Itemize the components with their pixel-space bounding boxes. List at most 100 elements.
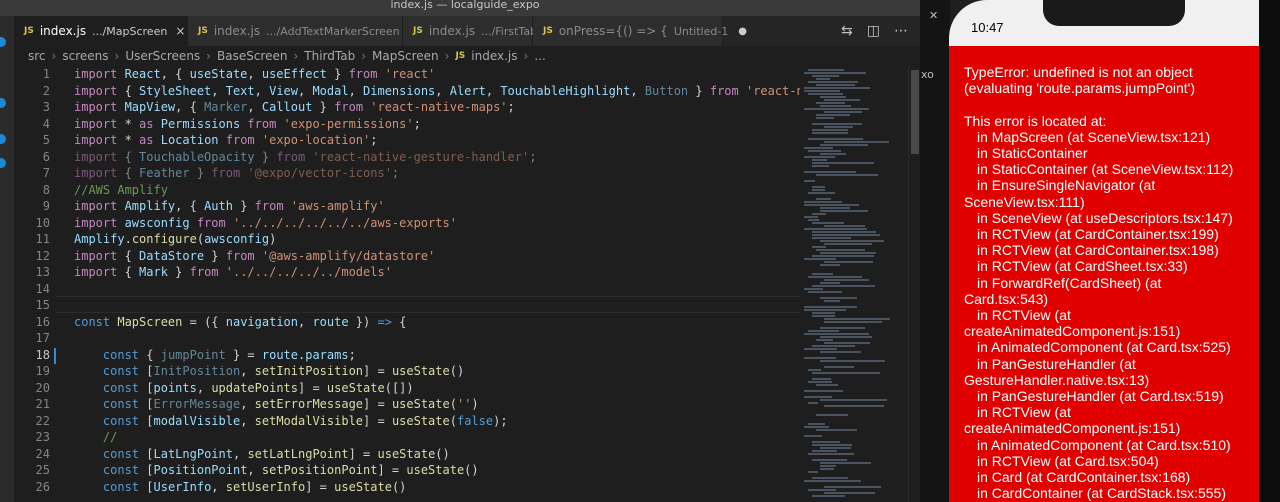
code-line[interactable]: 22 const [modalVisible, setModalVisible]… [14,413,800,430]
code-token: , [240,364,255,378]
editor-actions: ⇆ ◫ ⋯ [829,16,920,46]
tab-2[interactable]: JS index.js .../AddTextMarkerScreen [188,16,403,46]
modified-dot-icon[interactable]: ● [738,26,747,37]
explorer-icon[interactable] [0,37,6,47]
code-line[interactable]: 19 const [InitPosition, setInitPosition]… [14,363,800,380]
error-line: in RCTView (at [977,307,1071,324]
code-line[interactable]: 18 const { jumpPoint } = route.params; [14,347,800,364]
code-line[interactable]: 8 //AWS Amplify [14,182,800,199]
minimap-line [824,342,870,344]
code-token: [ [146,463,154,477]
search-icon[interactable] [0,98,6,108]
code-line[interactable]: 12 import { DataStore } from '@aws-amplif… [14,248,800,265]
code-line[interactable]: 5 import * as Location from 'expo-locatio… [14,132,800,149]
breadcrumb-item[interactable]: ... [534,49,545,63]
code-line[interactable]: 25 const [PositionPoint, setPositionPoin… [14,462,800,479]
compare-icon[interactable]: ⇆ [841,23,853,39]
code-line[interactable]: 11 Amplify.configure(awsconfig) [14,231,800,248]
code-line[interactable]: 2 import { StyleSheet, Text, View, Modal,… [14,83,800,100]
code-token: , [348,83,364,98]
breadcrumb-item[interactable]: index.js [471,49,517,63]
close-icon[interactable]: ✕ [929,9,941,22]
code-line[interactable]: 20 const [points, updatePoints] = useSta… [14,380,800,397]
code-token: Location [160,133,226,147]
code-token: ; [391,166,400,180]
minimap[interactable] [800,66,908,502]
code-line[interactable]: 26 const [UserInfo, setUserInfo] = useSt… [14,479,800,496]
code-text: import { Feather } from '@expo/vector-ic… [74,165,399,182]
scrollbar-thumb[interactable] [911,70,919,154]
minimap-line [824,225,865,227]
error-line: createAnimatedComponent.js:151) [964,420,1181,437]
code-token: , { [175,100,205,114]
minimap-line [812,159,827,161]
minimap-line [804,147,833,149]
code-token: from [709,83,746,98]
debug-icon[interactable] [0,158,6,168]
code-editor[interactable]: 1 import React, { useState, useEffect } f… [14,66,800,502]
minimap-line [804,72,866,74]
code-text: const [InitPosition, setInitPosition] = … [74,363,464,380]
tab-path: .../FirstTab [481,24,538,38]
breadcrumb-item[interactable]: src [28,49,46,63]
line-number: 4 [42,116,50,131]
tab-4[interactable]: JS onPress={() => {Untitled-1 ● [533,16,747,46]
source-control-icon[interactable] [0,134,6,144]
code-token: ] = [363,397,392,411]
code-text: import { DataStore } from '@aws-amplify/… [74,248,435,265]
code-token: useState [391,413,450,428]
code-token: // [102,430,118,444]
code-line[interactable]: 1 import React, { useState, useEffect } f… [14,66,800,83]
editor-scrollbar[interactable] [908,66,920,502]
code-line[interactable]: 3 import MapView, { Marker, Callout } fro… [14,99,800,116]
code-line[interactable]: 17 [14,330,800,347]
error-redbox[interactable]: TypeError: undefined is not an object (ev… [949,46,1259,502]
breadcrumb-separator-icon: › [293,49,299,63]
code-token: useState [326,380,385,395]
error-line: in SceneView (at useDescriptors.tsx:147) [977,209,1233,226]
code-line[interactable]: 23 // [14,429,800,446]
breadcrumb-item[interactable]: MapScreen [372,49,439,63]
code-token: import [74,149,125,164]
code-token: { [391,314,407,329]
line-number: 5 [42,133,50,147]
tab-1[interactable]: JS index.js .../MapScreen × [14,16,188,46]
code-token: from [225,133,262,147]
split-editor-icon[interactable]: ◫ [867,23,880,39]
code-line[interactable]: 15 [14,297,800,314]
code-line[interactable]: 16 const MapScreen = ({ navigation, route… [14,314,800,331]
breadcrumb-separator-icon: › [51,49,57,63]
minimap-line [824,261,873,263]
line-number: 11 [35,232,50,246]
code-line[interactable]: 7 import { Feather } from '@expo/vector-i… [14,165,800,182]
close-tab-icon[interactable]: × [175,24,185,38]
code-token: import [74,248,125,263]
minimap-line [812,378,831,380]
breadcrumb-item[interactable]: screens [62,49,108,63]
minimap-line [812,213,826,215]
code-token: , [211,479,226,494]
minimap-line [804,87,870,89]
code-text: import React, { useState, useEffect } fr… [74,66,435,83]
code-token: from [254,199,291,213]
code-line[interactable]: 14 [14,281,800,298]
code-line[interactable]: 13 import { Mark } from '../../../../../m… [14,264,800,281]
code-token: 'react-native' [745,83,800,98]
code-line[interactable]: 4 import * as Permissions from 'expo-perm… [14,116,800,133]
breadcrumb-item[interactable]: ThirdTab [304,49,355,63]
tab-3[interactable]: JS index.js .../FirstTab [403,16,537,46]
code-token: useState [189,67,248,81]
code-line[interactable]: 10 import awsconfig from '../../../../../… [14,215,800,232]
minimap-line [812,129,848,131]
breadcrumb-item[interactable]: UserScreens [125,49,200,63]
code-token: , [247,67,262,81]
code-line[interactable]: 9 import Amplify, { Auth } from 'aws-ampl… [14,198,800,215]
code-token: Modal [312,83,349,98]
code-line[interactable]: 24 const [LatLngPoint, setLatLngPoint] =… [14,446,800,463]
more-actions-icon[interactable]: ⋯ [894,23,908,39]
js-file-icon: JS [198,26,208,36]
minimap-line [820,399,887,401]
code-line[interactable]: 21 const [ErrorMessage, setErrorMessage]… [14,396,800,413]
breadcrumb-item[interactable]: BaseScreen [217,49,287,63]
code-line[interactable]: 6 import { TouchableOpacity } from 'react… [14,149,800,166]
